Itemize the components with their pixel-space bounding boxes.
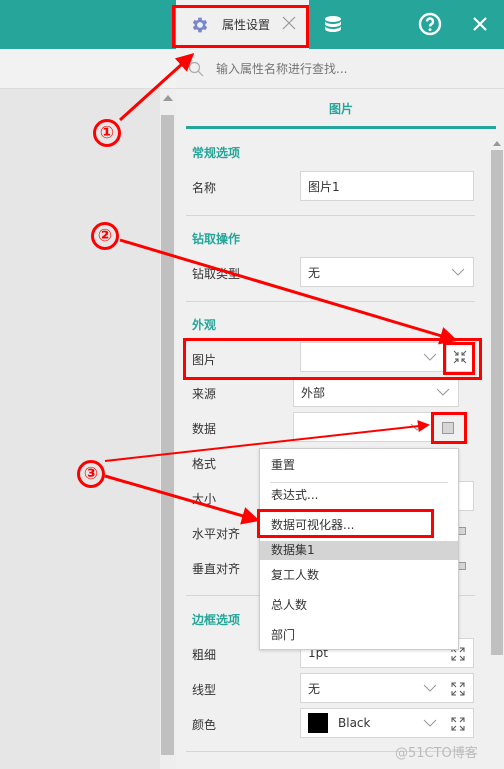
property-panel: 图片 常规选项 名称 图片1 钻取操作 钻取类型 无 外观 图片 来源 外部 数… (176, 49, 504, 769)
annotation-marker-2: ② (91, 222, 119, 250)
menu-item-field[interactable]: 部门 (260, 621, 458, 649)
watermark: @51CTO博客 (395, 746, 478, 761)
border-style-value: 无 (308, 681, 321, 696)
chevron-down-icon (436, 388, 450, 396)
section-appearance-title: 外观 (192, 318, 217, 332)
tab-image[interactable]: 图片 (186, 99, 496, 129)
drill-type-value: 无 (308, 265, 321, 280)
help-icon[interactable] (418, 12, 442, 36)
scrollbar-thumb[interactable] (161, 115, 174, 755)
section-border-title: 边框选项 (192, 613, 241, 627)
source-value: 外部 (301, 385, 326, 400)
name-value: 图片1 (308, 179, 340, 194)
chevron-down-icon (451, 268, 465, 276)
scroll-up-arrow-icon[interactable] (163, 95, 173, 101)
scroll-up-arrow-icon[interactable] (493, 141, 501, 146)
divider (186, 215, 475, 216)
drill-type-select[interactable]: 无 (300, 257, 474, 287)
valign-expression-button[interactable] (458, 562, 466, 570)
search-icon (188, 61, 204, 76)
data-context-menu: 重置 表达式... 数据可视化器... 数据集1 复工人数 总人数 部门 (259, 448, 459, 650)
canvas-scrollbar[interactable] (160, 89, 176, 769)
divider (186, 301, 475, 302)
expand-icon[interactable] (450, 716, 466, 732)
drill-type-label: 钻取类型 (192, 267, 241, 281)
name-label: 名称 (192, 181, 217, 195)
border-color-select[interactable]: Black (300, 708, 474, 738)
source-select[interactable]: 外部 (293, 377, 459, 407)
scrollbar-thumb[interactable] (491, 150, 503, 655)
menu-item-reset[interactable]: 重置 (260, 451, 458, 479)
chevron-down-icon (423, 684, 437, 692)
valign-label: 垂直对齐 (192, 562, 241, 576)
annotation-box-data-button (431, 412, 467, 444)
property-search-input[interactable] (216, 61, 486, 76)
format-label: 格式 (192, 457, 217, 471)
border-style-label: 线型 (192, 683, 217, 697)
section-drill-title: 钻取操作 (192, 232, 241, 246)
menu-group-dataset: 数据集1 (260, 541, 458, 560)
chevron-down-icon (423, 719, 437, 727)
annotation-box-collapse-button (443, 342, 475, 375)
expand-icon[interactable] (450, 681, 466, 697)
border-color-value: Black (338, 716, 371, 730)
database-icon[interactable] (322, 14, 344, 36)
annotation-box-tab (172, 5, 309, 48)
data-label: 数据 (192, 422, 217, 436)
border-style-select[interactable]: 无 (300, 673, 474, 703)
halign-label: 水平对齐 (192, 527, 241, 541)
chevron-down-icon (410, 423, 424, 431)
property-search (176, 49, 504, 89)
border-weight-label: 粗细 (192, 648, 217, 662)
menu-item-field[interactable]: 复工人数 (260, 561, 458, 589)
annotation-marker-3: ③ (77, 460, 105, 488)
border-color-label: 颜色 (192, 718, 217, 732)
data-select[interactable] (293, 412, 433, 442)
close-window-icon[interactable] (472, 16, 488, 32)
menu-item-expression[interactable]: 表达式... (260, 481, 458, 509)
size-label: 大小 (192, 492, 217, 506)
annotation-marker-1: ① (93, 119, 121, 147)
section-general-title: 常规选项 (192, 146, 241, 160)
menu-item-field[interactable]: 总人数 (260, 591, 458, 619)
name-field[interactable]: 图片1 (300, 171, 474, 201)
panel-scrollbar[interactable] (490, 137, 504, 769)
annotation-box-data-visualizer (257, 509, 434, 538)
design-canvas[interactable] (0, 89, 160, 769)
halign-expression-button[interactable] (458, 527, 466, 535)
annotation-box-image-row (183, 338, 482, 380)
color-swatch (308, 713, 328, 733)
left-toolbar (0, 49, 176, 89)
source-label: 来源 (192, 387, 217, 401)
